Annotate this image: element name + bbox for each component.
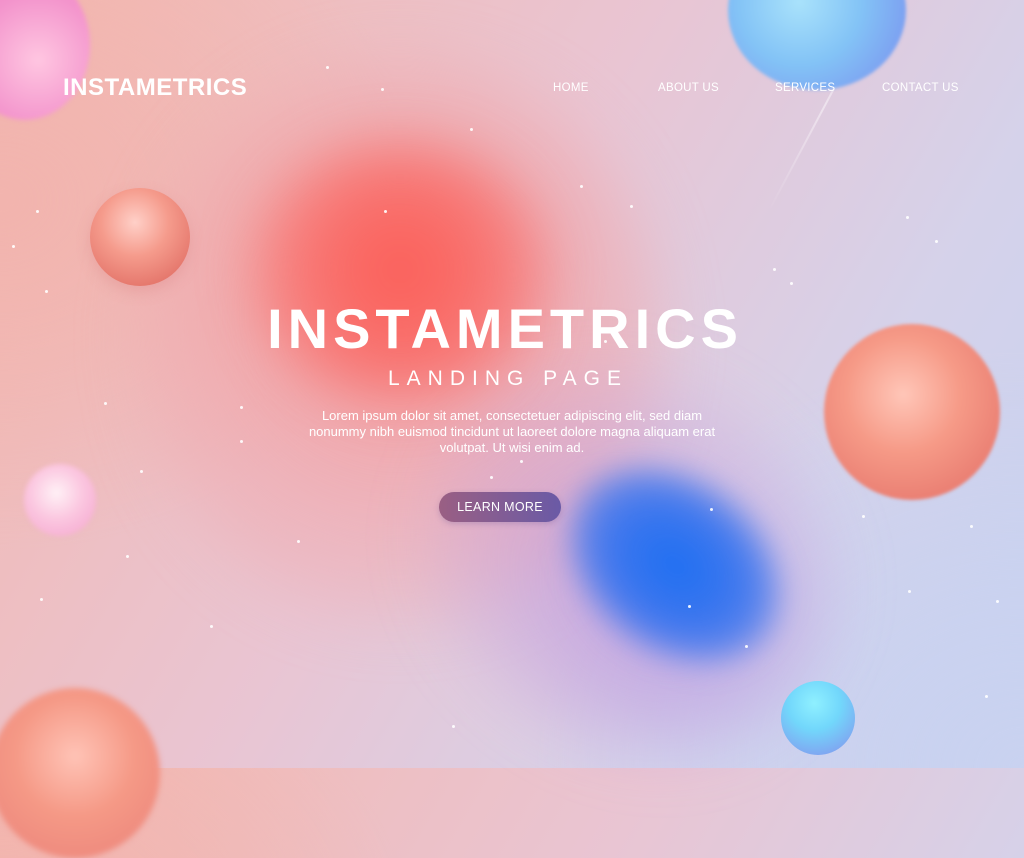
hero-description: Lorem ipsum dolor sit amet, consectetuer… [308,408,716,455]
coral-sphere-bottom-left [0,688,160,858]
star [452,725,455,728]
hero-title: INSTAMETRICS [267,297,743,360]
star [104,402,107,405]
star [36,210,39,213]
star [326,66,329,69]
star [862,515,865,518]
star [470,128,473,131]
hero-subtitle: LANDING PAGE [388,367,628,390]
pink-sphere-small [24,464,96,536]
star [140,470,143,473]
nav-link-contact-us[interactable]: CONTACT US [882,82,959,94]
star [935,240,938,243]
star [985,695,988,698]
star [210,625,213,628]
star [908,590,911,593]
star [490,476,493,479]
star [40,598,43,601]
blue-sphere-top [728,0,906,90]
star [790,282,793,285]
star [688,605,691,608]
star [12,245,15,248]
star [710,508,713,511]
star [745,645,748,648]
star [45,290,48,293]
star [384,210,387,213]
nav-link-home[interactable]: HOME [553,82,589,94]
star [240,406,243,409]
star [906,216,909,219]
blue-sphere-bottom [781,681,855,755]
nav-link-about-us[interactable]: ABOUT US [658,82,719,94]
star [970,525,973,528]
star [240,440,243,443]
star [630,205,633,208]
star [126,555,129,558]
star [580,185,583,188]
main-nav: HOME ABOUT US SERVICES CONTACT US [0,82,1024,98]
red-glow-core [250,140,550,400]
learn-more-button[interactable]: LEARN MORE [439,492,561,522]
nav-link-services[interactable]: SERVICES [775,82,835,94]
star [996,600,999,603]
pink-sphere-top-left [0,0,90,120]
star [297,540,300,543]
coral-sphere-small [90,188,190,286]
star [773,268,776,271]
star [520,460,523,463]
